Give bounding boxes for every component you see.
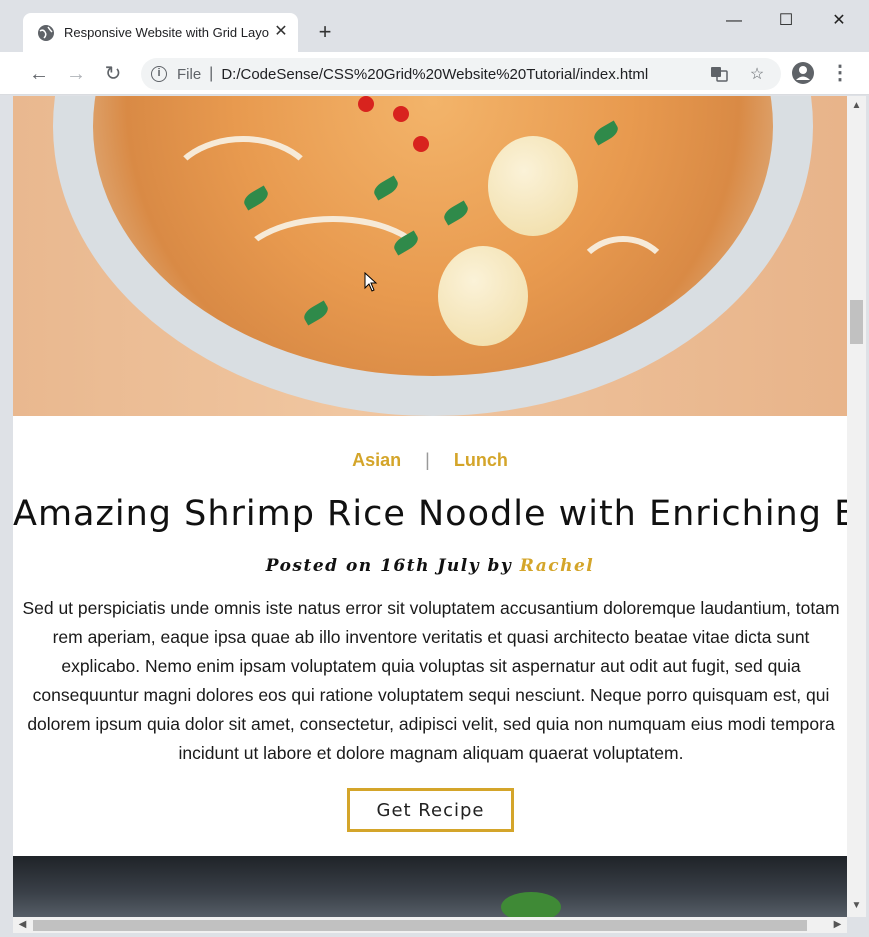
category-separator: | — [425, 450, 430, 470]
browser-window: Responsive Website with Grid Layout ✕ + … — [0, 0, 869, 937]
next-recipe-image — [13, 856, 847, 917]
url-text[interactable]: D:/CodeSense/CSS%20Grid%20Website%20Tuto… — [221, 66, 648, 83]
close-tab-icon[interactable]: ✕ — [272, 23, 290, 41]
browser-toolbar: ← → ↻ i File | D:/CodeSense/CSS%20Grid%2… — [0, 52, 869, 95]
scroll-right-icon[interactable]: ▶ — [828, 919, 847, 930]
category-list: Asian | Lunch — [13, 450, 847, 471]
maximize-icon[interactable]: ☐ — [763, 6, 809, 36]
category-link-lunch[interactable]: Lunch — [454, 450, 508, 470]
vertical-scrollbar[interactable]: ▲ ▼ — [847, 96, 866, 917]
address-bar[interactable]: i File | D:/CodeSense/CSS%20Grid%20Websi… — [141, 58, 781, 90]
recipe-card: Asian | Lunch Amazing Shrimp Rice Noodle w… — [13, 416, 847, 856]
new-tab-button[interactable]: + — [312, 20, 338, 46]
vertical-scroll-thumb[interactable] — [850, 300, 863, 344]
page-viewport[interactable]: Asian | Lunch Amazing Shrimp Rice Noodle w… — [13, 96, 847, 917]
mouse-cursor-icon — [364, 272, 378, 292]
kebab-menu-icon[interactable]: ⋮ — [830, 60, 850, 86]
address-separator: | — [209, 65, 214, 82]
horizontal-scroll-thumb[interactable] — [33, 920, 807, 931]
tab-strip: Responsive Website with Grid Layout ✕ + … — [0, 0, 869, 52]
scroll-down-icon[interactable]: ▼ — [847, 900, 866, 911]
account-icon[interactable] — [792, 62, 814, 84]
star-icon[interactable]: ☆ — [747, 65, 767, 85]
author-link[interactable]: Rachel — [520, 556, 595, 576]
recipe-hero-image — [13, 96, 847, 416]
byline-text: Posted on 16th July by — [265, 556, 513, 576]
recipe-description: Sed ut perspiciatis unde omnis iste natu… — [22, 598, 840, 763]
globe-icon — [37, 24, 55, 42]
get-recipe-button[interactable]: Get Recipe — [347, 788, 514, 832]
browser-tab[interactable]: Responsive Website with Grid Layout ✕ — [23, 13, 298, 52]
close-window-icon[interactable]: ✕ — [816, 6, 862, 36]
horizontal-scrollbar[interactable]: ◀ ▶ — [13, 917, 847, 933]
reload-icon[interactable]: ↻ — [99, 60, 127, 88]
forward-arrow-icon[interactable]: → — [62, 60, 90, 88]
recipe-title: Amazing Shrimp Rice Noodle with Enrichin… — [13, 494, 847, 534]
minimize-icon[interactable]: — — [711, 6, 757, 36]
scroll-up-icon[interactable]: ▲ — [847, 100, 866, 111]
info-icon[interactable]: i — [151, 66, 167, 82]
translate-icon[interactable] — [709, 65, 729, 85]
scheme-label: File — [177, 65, 202, 83]
back-arrow-icon[interactable]: ← — [25, 60, 53, 88]
post-byline: Posted on 16th July by Rachel — [13, 556, 847, 576]
scroll-left-icon[interactable]: ◀ — [13, 919, 32, 930]
category-link-asian[interactable]: Asian — [352, 450, 401, 470]
tab-title: Responsive Website with Grid Layout — [64, 25, 269, 40]
